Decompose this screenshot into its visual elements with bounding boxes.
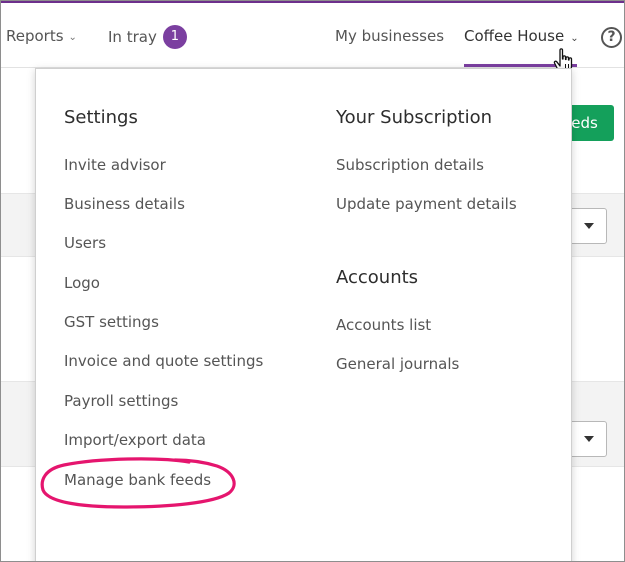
- menu-item-accounts-list[interactable]: Accounts list: [336, 316, 431, 334]
- help-icon[interactable]: ?: [601, 27, 622, 48]
- menu-item-invoice-quote-settings[interactable]: Invoice and quote settings: [64, 352, 263, 370]
- menu-item-users[interactable]: Users: [64, 234, 106, 252]
- subscription-heading: Your Subscription: [336, 107, 492, 128]
- menu-item-subscription-details[interactable]: Subscription details: [336, 156, 484, 174]
- business-name: Coffee House: [464, 27, 565, 45]
- intray-count-badge: 1: [162, 25, 187, 49]
- accounts-heading: Accounts: [336, 267, 419, 288]
- menu-item-import-export-data[interactable]: Import/export data: [64, 431, 206, 449]
- nav-my-businesses[interactable]: My businesses: [335, 27, 444, 45]
- chevron-down-icon: ⌄: [68, 32, 77, 43]
- menu-item-logo[interactable]: Logo: [64, 274, 100, 292]
- top-navbar: Reports ⌄ In tray 1 My businesses Coffee H…: [1, 3, 624, 68]
- highlight-circle-annotation: [40, 457, 236, 509]
- menu-item-business-details[interactable]: Business details: [64, 195, 185, 213]
- menu-item-invite-advisor[interactable]: Invite advisor: [64, 156, 166, 174]
- settings-heading: Settings: [64, 107, 138, 128]
- nav-reports-label: Reports: [6, 27, 64, 45]
- menu-item-update-payment-details[interactable]: Update payment details: [336, 195, 517, 213]
- menu-item-gst-settings[interactable]: GST settings: [64, 313, 159, 331]
- nav-reports-menu[interactable]: Reports ⌄: [6, 27, 77, 45]
- nav-in-tray[interactable]: In tray 1: [108, 25, 187, 51]
- nav-business-switcher[interactable]: Coffee House ⌄: [464, 27, 579, 45]
- menu-item-general-journals[interactable]: General journals: [336, 355, 459, 373]
- menu-item-payroll-settings[interactable]: Payroll settings: [64, 392, 178, 410]
- app-window: eeds Reports ⌄ In tray 1 My businesses Cof…: [0, 0, 625, 562]
- nav-intray-label: In tray: [108, 28, 157, 46]
- chevron-down-icon: ⌄: [570, 33, 579, 44]
